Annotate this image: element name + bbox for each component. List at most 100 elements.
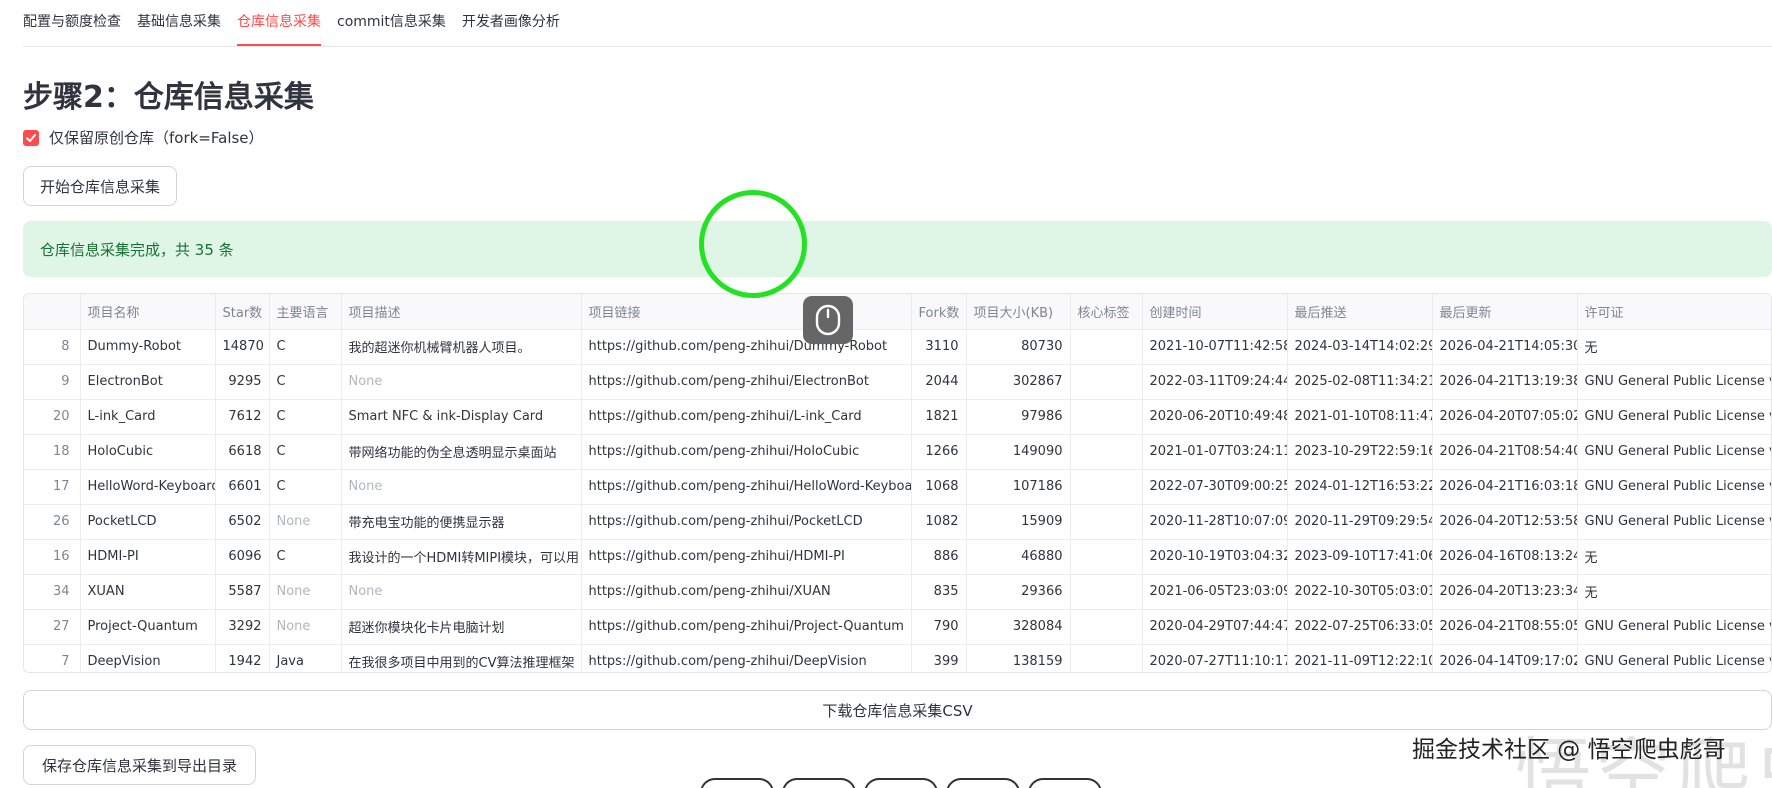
- cell-project-name[interactable]: XUAN: [80, 574, 216, 610]
- cell-row-index[interactable]: 9: [24, 364, 81, 400]
- cell-description[interactable]: None: [341, 469, 582, 505]
- cell-size-kb[interactable]: 328084: [966, 609, 1071, 645]
- cell-description[interactable]: 超迷你模块化卡片电脑计划: [341, 609, 582, 645]
- cell-repo-link[interactable]: https://github.com/peng-zhihui/ElectronB…: [581, 364, 912, 400]
- tab-config-quota[interactable]: 配置与额度检查: [23, 11, 121, 46]
- column-header-repo-link[interactable]: 项目链接: [581, 294, 912, 330]
- cell-repo-link[interactable]: https://github.com/peng-zhihui/HoloCubic: [581, 434, 912, 470]
- cell-fork-count[interactable]: 2044: [911, 364, 967, 400]
- cell-updated-at[interactable]: 2026-04-21T08:55:05Z: [1432, 609, 1578, 645]
- cell-language[interactable]: None: [269, 574, 342, 610]
- cell-created-at[interactable]: 2022-03-11T09:24:44Z: [1142, 364, 1288, 400]
- cell-size-kb[interactable]: 138159: [966, 644, 1071, 672]
- cell-description[interactable]: Smart NFC & ink-Display Card: [341, 399, 582, 435]
- cell-row-index[interactable]: 18: [24, 434, 81, 470]
- cell-project-name[interactable]: ElectronBot: [80, 364, 216, 400]
- cell-project-name[interactable]: HoloCubic: [80, 434, 216, 470]
- cell-created-at[interactable]: 2022-07-30T09:00:25Z: [1142, 469, 1288, 505]
- tab-commit-info[interactable]: commit信息采集: [337, 11, 446, 46]
- cell-description[interactable]: 我设计的一个HDMI转MIPI模块，可以用: [341, 539, 582, 575]
- cell-row-index[interactable]: 20: [24, 399, 81, 435]
- cell-project-name[interactable]: Project-Quantum: [80, 609, 216, 645]
- cell-license[interactable]: 无: [1577, 574, 1771, 610]
- cell-core-tags[interactable]: [1070, 434, 1143, 470]
- tab-repo-info[interactable]: 仓库信息采集: [237, 11, 321, 46]
- cell-license[interactable]: GNU General Public License v3.0: [1577, 399, 1771, 435]
- cell-language[interactable]: C: [269, 434, 342, 470]
- cell-repo-link[interactable]: https://github.com/peng-zhihui/DeepVisio…: [581, 644, 912, 672]
- cell-language[interactable]: None: [269, 504, 342, 540]
- cell-star-count[interactable]: 5587: [215, 574, 270, 610]
- cell-license[interactable]: GNU General Public License v3.0: [1577, 644, 1771, 672]
- cell-fork-count[interactable]: 835: [911, 574, 967, 610]
- cell-pushed-at[interactable]: 2020-11-29T09:29:54Z: [1287, 504, 1433, 540]
- cell-row-index[interactable]: 16: [24, 539, 81, 575]
- cell-description[interactable]: 带网络功能的伪全息透明显示桌面站: [341, 434, 582, 470]
- cell-repo-link[interactable]: https://github.com/peng-zhihui/Project-Q…: [581, 609, 912, 645]
- cell-repo-link[interactable]: https://github.com/peng-zhihui/HDMI-PI: [581, 539, 912, 575]
- table-row[interactable]: 16 HDMI-PI 6096 C 我设计的一个HDMI转MIPI模块，可以用 https…: [24, 539, 1771, 575]
- cell-size-kb[interactable]: 107186: [966, 469, 1071, 505]
- table-row[interactable]: 8 Dummy-Robot 14870 C 我的超迷你机械臂机器人项目。 https://…: [24, 329, 1771, 365]
- tab-developer-profile[interactable]: 开发者画像分析: [462, 11, 560, 46]
- cell-license[interactable]: 无: [1577, 539, 1771, 575]
- cell-description[interactable]: None: [341, 364, 582, 400]
- column-header-core-tags[interactable]: 核心标签: [1070, 294, 1143, 330]
- cell-language[interactable]: Java: [269, 644, 342, 672]
- cell-project-name[interactable]: L-ink_Card: [80, 399, 216, 435]
- cell-core-tags[interactable]: [1070, 364, 1143, 400]
- cell-language[interactable]: None: [269, 609, 342, 645]
- cell-description[interactable]: 带充电宝功能的便携显示器: [341, 504, 582, 540]
- cell-repo-link[interactable]: https://github.com/peng-zhihui/XUAN: [581, 574, 912, 610]
- column-header-row-index[interactable]: [24, 294, 81, 330]
- cell-star-count[interactable]: 6618: [215, 434, 270, 470]
- fork-filter-checkbox[interactable]: 仅保留原创仓库（fork=False）: [23, 127, 264, 148]
- column-header-license[interactable]: 许可证: [1577, 294, 1771, 330]
- cell-repo-link[interactable]: https://github.com/peng-zhihui/PocketLCD: [581, 504, 912, 540]
- cell-license[interactable]: GNU General Public License v3.0: [1577, 364, 1771, 400]
- cell-language[interactable]: C: [269, 399, 342, 435]
- cell-created-at[interactable]: 2020-04-29T07:44:47Z: [1142, 609, 1288, 645]
- cell-size-kb[interactable]: 46880: [966, 539, 1071, 575]
- cell-updated-at[interactable]: 2026-04-20T13:23:34Z: [1432, 574, 1578, 610]
- cell-repo-link[interactable]: https://github.com/peng-zhihui/HelloWord…: [581, 469, 912, 505]
- cell-updated-at[interactable]: 2026-04-14T09:17:02Z: [1432, 644, 1578, 672]
- bottom-pill[interactable]: [864, 778, 938, 788]
- cell-fork-count[interactable]: 3110: [911, 329, 967, 365]
- bottom-pill[interactable]: [782, 778, 856, 788]
- cell-row-index[interactable]: 26: [24, 504, 81, 540]
- cell-pushed-at[interactable]: 2023-09-10T17:41:06Z: [1287, 539, 1433, 575]
- table-row[interactable]: 34 XUAN 5587 None None https://github.com/pen…: [24, 574, 1771, 610]
- cell-fork-count[interactable]: 1266: [911, 434, 967, 470]
- cell-created-at[interactable]: 2020-10-19T03:04:32Z: [1142, 539, 1288, 575]
- cell-fork-count[interactable]: 399: [911, 644, 967, 672]
- cell-license[interactable]: GNU General Public License v3.0: [1577, 469, 1771, 505]
- column-header-project-name[interactable]: 项目名称: [80, 294, 216, 330]
- table-row[interactable]: 20 L-ink_Card 7612 C Smart NFC & ink-Display…: [24, 399, 1771, 435]
- cell-pushed-at[interactable]: 2025-02-08T11:34:21Z: [1287, 364, 1433, 400]
- tab-basic-info[interactable]: 基础信息采集: [137, 11, 221, 46]
- cell-row-index[interactable]: 7: [24, 644, 81, 672]
- cell-core-tags[interactable]: [1070, 539, 1143, 575]
- cell-updated-at[interactable]: 2026-04-21T13:19:38Z: [1432, 364, 1578, 400]
- column-header-fork-count[interactable]: Fork数: [911, 294, 967, 330]
- cell-row-index[interactable]: 34: [24, 574, 81, 610]
- cell-fork-count[interactable]: 1068: [911, 469, 967, 505]
- cell-star-count[interactable]: 9295: [215, 364, 270, 400]
- cell-size-kb[interactable]: 29366: [966, 574, 1071, 610]
- cell-created-at[interactable]: 2021-01-07T03:24:11Z: [1142, 434, 1288, 470]
- cell-updated-at[interactable]: 2026-04-21T14:05:30Z: [1432, 329, 1578, 365]
- cell-fork-count[interactable]: 886: [911, 539, 967, 575]
- cell-language[interactable]: C: [269, 539, 342, 575]
- cell-star-count[interactable]: 3292: [215, 609, 270, 645]
- cell-pushed-at[interactable]: 2022-07-25T06:33:05Z: [1287, 609, 1433, 645]
- cell-star-count[interactable]: 6601: [215, 469, 270, 505]
- column-header-created-at[interactable]: 创建时间: [1142, 294, 1288, 330]
- table-row[interactable]: 27 Project-Quantum 3292 None 超迷你模块化卡片电脑计划 htt…: [24, 609, 1771, 645]
- cell-size-kb[interactable]: 15909: [966, 504, 1071, 540]
- cell-repo-link[interactable]: https://github.com/peng-zhihui/L-ink_Car…: [581, 399, 912, 435]
- start-collect-button[interactable]: 开始仓库信息采集: [23, 166, 177, 206]
- cell-core-tags[interactable]: [1070, 574, 1143, 610]
- cell-pushed-at[interactable]: 2021-11-09T12:22:10Z: [1287, 644, 1433, 672]
- cell-core-tags[interactable]: [1070, 399, 1143, 435]
